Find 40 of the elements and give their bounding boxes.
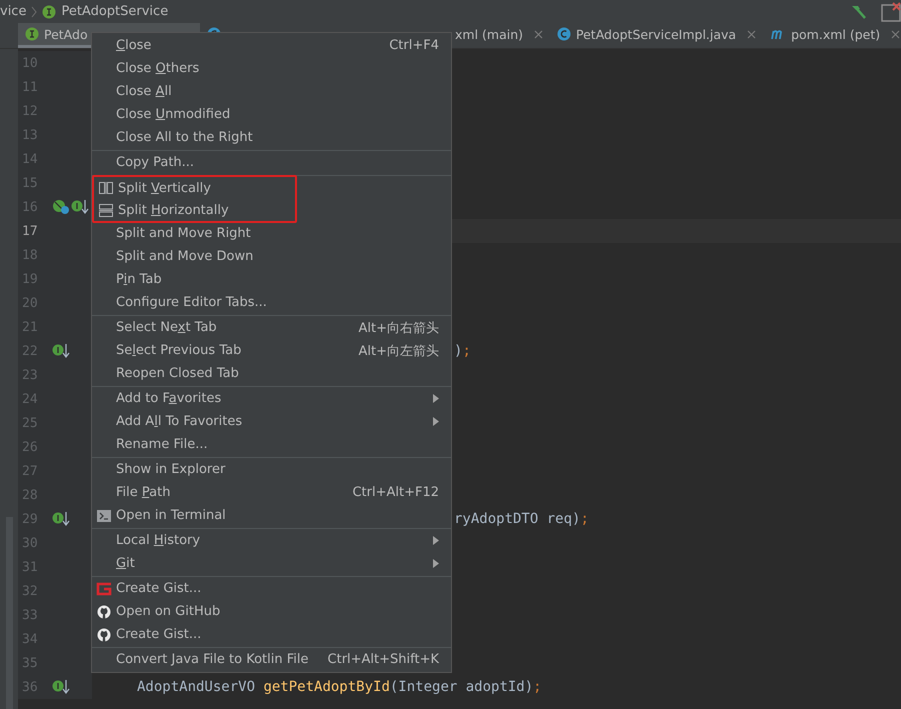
menu-label: Git bbox=[116, 556, 136, 571]
menu-label: Create Gist... bbox=[116, 581, 202, 596]
menu-label: Close Unmodified bbox=[116, 107, 232, 122]
menu-label: Add All To Favorites bbox=[116, 414, 244, 429]
shortcut-label: Alt+向右箭头 bbox=[358, 320, 439, 336]
code-line: AdoptAndUserVO getPetAdoptById(Integer adoptId); bbox=[137, 679, 542, 695]
menu-label: Create Gist... bbox=[116, 627, 202, 642]
menu-label: Split Vertically bbox=[118, 180, 212, 196]
menu-label: Rename File... bbox=[116, 437, 209, 452]
menu-label: Pin Tab bbox=[116, 272, 163, 287]
tab-label: PetAdo bbox=[44, 26, 88, 42]
shortcut-label: Ctrl+F4 bbox=[389, 38, 439, 53]
line-number: 17 bbox=[21, 224, 39, 238]
code-line: ryAdoptDTO req); bbox=[454, 511, 589, 527]
code-line: ); bbox=[454, 343, 471, 359]
menu-label: Convert Java File to Kotlin File bbox=[116, 652, 310, 667]
menu-label: Reopen Closed Tab bbox=[116, 366, 240, 381]
menu-label: Split Horizontally bbox=[118, 202, 230, 218]
tab-label: xml (main) bbox=[455, 26, 524, 42]
menu-label: Split and Move Down bbox=[116, 249, 254, 264]
menu-label: Show in Explorer bbox=[116, 462, 226, 477]
menu-label: File Path bbox=[116, 485, 172, 500]
menu-label: Open in Terminal bbox=[116, 508, 227, 523]
menu-label: Copy Path... bbox=[116, 155, 196, 170]
menu-label: Close bbox=[116, 38, 152, 53]
menu-label: Close Others bbox=[116, 61, 200, 76]
menu-label: Add to Favorites bbox=[116, 391, 222, 406]
tab-label: pom.xml (pet) bbox=[791, 26, 880, 42]
menu-label: Configure Editor Tabs... bbox=[116, 295, 268, 310]
tab-label: PetAdoptServiceImpl.java bbox=[576, 26, 736, 42]
menu-label: Local History bbox=[116, 533, 202, 548]
shortcut-label: Ctrl+Alt+F12 bbox=[352, 485, 439, 500]
shortcut-label: Ctrl+Alt+Shift+K bbox=[328, 652, 439, 667]
menu-label: Select Next Tab bbox=[116, 320, 218, 335]
menu-label: Open on GitHub bbox=[116, 604, 222, 619]
shortcut-label: Alt+向左箭头 bbox=[358, 342, 439, 360]
menu-label: Select Previous Tab bbox=[116, 343, 242, 358]
menu-label: Split and Move Right bbox=[116, 226, 252, 241]
menu-label: Close All bbox=[116, 84, 173, 99]
menu-label: Close All to the Right bbox=[116, 130, 254, 145]
